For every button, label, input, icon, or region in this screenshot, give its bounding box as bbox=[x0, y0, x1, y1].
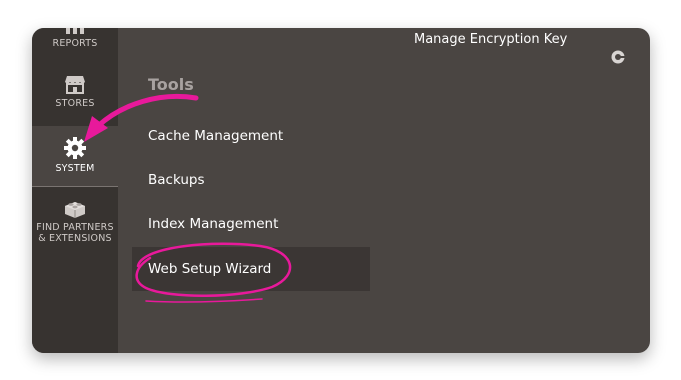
menu-item-label: Backups bbox=[148, 172, 205, 188]
menu-item-label: Index Management bbox=[148, 216, 279, 232]
admin-sidebar: REPORTS STORES SYSTEM FIND PARTNERS & EX… bbox=[32, 28, 118, 353]
manage-encryption-key-link[interactable]: Manage Encryption Key bbox=[414, 32, 567, 47]
close-circle-icon[interactable] bbox=[611, 50, 625, 64]
sidebar-item-find-partners[interactable]: FIND PARTNERS & EXTENSIONS bbox=[32, 198, 118, 258]
section-title-tools: Tools bbox=[148, 75, 194, 94]
sidebar-item-label-line2: & EXTENSIONS bbox=[38, 233, 112, 245]
sidebar-item-reports[interactable]: REPORTS bbox=[32, 28, 118, 58]
menu-item-index-management[interactable]: Index Management bbox=[132, 202, 370, 246]
sidebar-item-system[interactable]: SYSTEM bbox=[32, 126, 118, 187]
admin-panel-window: REPORTS STORES SYSTEM FIND PARTNERS & EX… bbox=[32, 28, 650, 353]
gear-icon bbox=[64, 137, 86, 159]
stage: REPORTS STORES SYSTEM FIND PARTNERS & EX… bbox=[0, 0, 681, 380]
sidebar-item-label: REPORTS bbox=[52, 38, 98, 49]
sidebar-item-label-line1: FIND PARTNERS bbox=[36, 222, 114, 233]
sidebar-item-stores[interactable]: STORES bbox=[32, 74, 118, 122]
storefront-icon bbox=[65, 76, 85, 94]
lego-brick-icon bbox=[65, 202, 85, 218]
menu-item-cache-management[interactable]: Cache Management bbox=[132, 114, 370, 158]
bar-chart-icon bbox=[66, 28, 84, 34]
menu-item-backups[interactable]: Backups bbox=[132, 158, 370, 202]
sidebar-item-label: STORES bbox=[55, 98, 95, 109]
sidebar-item-label: SYSTEM bbox=[55, 163, 95, 174]
menu-item-web-setup-wizard[interactable]: Web Setup Wizard bbox=[132, 247, 370, 291]
system-menu-panel: Manage Encryption Key Tools Cache Manage… bbox=[118, 28, 650, 353]
menu-item-label: Cache Management bbox=[148, 128, 284, 144]
menu-item-label: Web Setup Wizard bbox=[148, 261, 272, 277]
